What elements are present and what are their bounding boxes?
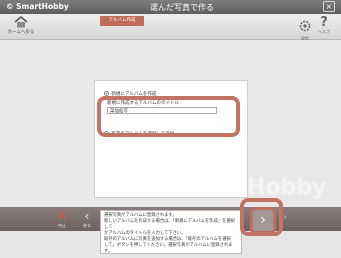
- forward-arrow-icon: ›: [283, 212, 287, 223]
- back-button[interactable]: ‹ 戻る: [80, 209, 94, 229]
- home-icon: [14, 16, 28, 28]
- highlight-new-album-section: [97, 96, 240, 137]
- message-line: 新しいアルバムを作成する場合は、「新規にアルバムを作成」を選択して: [104, 219, 235, 230]
- app-name: © SmartHobby: [6, 2, 69, 11]
- home-label: ホームへ戻る: [7, 30, 35, 35]
- help-message-box: 選択写真がアルバムに登録されます。 新しいアルバムを作成する場合は、「新規にアル…: [100, 210, 242, 254]
- chevron-left-icon: ‹: [84, 209, 90, 223]
- gear-icon: [299, 20, 311, 32]
- message-line: して」ボタンを押してください。選択写真がアルバムに登録されます。: [104, 243, 233, 254]
- title-bar: © SmartHobby 選んだ写真で作る ×: [0, 0, 341, 14]
- help-icon: ?: [320, 15, 328, 30]
- home-button[interactable]: ホームへ戻る: [6, 16, 36, 38]
- settings-button[interactable]: 設定: [296, 17, 314, 42]
- help-label: ヘルプ: [318, 29, 330, 34]
- cancel-button[interactable]: ✕ 中止: [54, 210, 70, 228]
- close-button[interactable]: ×: [323, 1, 335, 12]
- help-button[interactable]: ? ヘルプ: [315, 15, 333, 35]
- window-title: 選んだ写真で作る: [150, 3, 214, 12]
- highlight-next-button: [240, 198, 283, 236]
- back-label: 戻る: [83, 223, 91, 228]
- bottom-bar: ✕ 中止 ‹ 戻る › › 選択写真がアルバムに登録されます。 新しいアルバムを…: [0, 207, 341, 258]
- cancel-icon: ✕: [56, 209, 68, 224]
- breadcrumb-album-create: アルバム作成: [100, 16, 144, 26]
- toolbar: ホームへ戻る アルバム作成 設定 ? ヘルプ: [0, 14, 341, 42]
